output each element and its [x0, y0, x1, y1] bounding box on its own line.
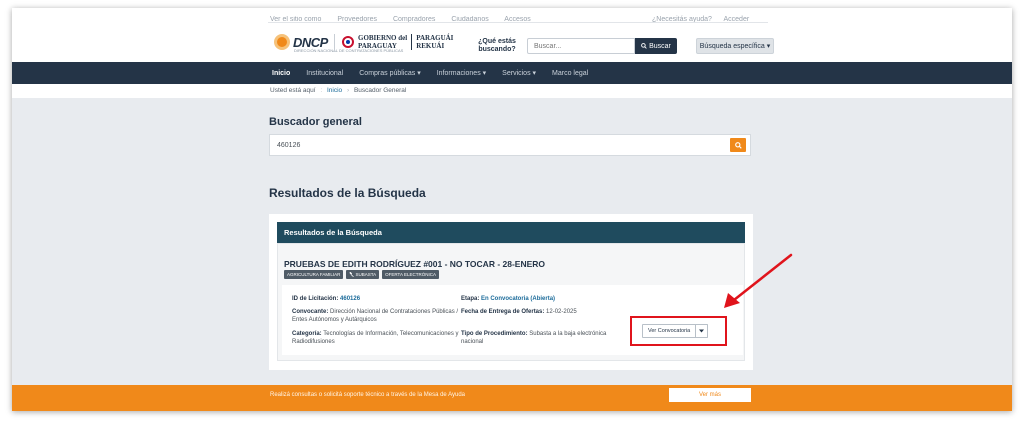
- breadcrumb-prefix: Usted está aquí: [270, 87, 316, 94]
- tag-subasta-label: SUBASTA: [355, 272, 377, 277]
- top-links-right: ¿Necesitás ayuda? Acceder: [652, 16, 759, 26]
- government-logo: GOBIERNO del PARAGUAY PARAGUÁI REKUÁI: [342, 34, 453, 50]
- gavel-icon: [349, 272, 355, 277]
- licitacion-id-field: ID de Licitación: 460126: [292, 296, 360, 304]
- tipo-procedimiento-label: Tipo de Procedimiento:: [461, 331, 528, 337]
- result-tags: AGRICULTURA FAMILIAR SUBASTA OFERTA ELEC…: [284, 270, 439, 279]
- breadcrumb-current: Buscador General: [353, 87, 407, 94]
- nav-item-institucional[interactable]: Institucional: [306, 70, 343, 77]
- nav-items: Inicio Institucional Compras públicas ▾ …: [272, 62, 604, 84]
- help-footer-bar: Realizá consultas o solicitá soporte téc…: [12, 385, 1012, 411]
- government-name: GOBIERNO del PARAGUAY: [358, 34, 408, 50]
- etapa-field: Etapa: En Convocatoria (Abierta): [461, 296, 621, 304]
- tag-subasta: SUBASTA: [346, 270, 380, 279]
- main-search-field[interactable]: 460126: [269, 134, 751, 156]
- search-icon: [734, 141, 742, 149]
- fecha-entrega-field: Fecha de Entrega de Ofertas: 12-02-2025: [461, 309, 621, 317]
- breadcrumb-separator: ›: [346, 87, 350, 94]
- header-search-button[interactable]: Buscar: [635, 38, 677, 54]
- categoria-label: Categoría:: [292, 331, 322, 337]
- results-panel-title: Resultados de la Búsqueda: [284, 228, 382, 237]
- help-footer-button[interactable]: Ver más: [669, 388, 751, 402]
- etapa-label: Etapa:: [461, 296, 480, 302]
- header-search-button-label: Buscar: [649, 42, 671, 50]
- caret-down-icon: [699, 329, 705, 333]
- breadcrumb-home-link[interactable]: Inicio: [327, 87, 342, 94]
- results-section-title: Resultados de la Búsqueda: [269, 186, 426, 200]
- etapa-value: En Convocatoria (Abierta): [481, 296, 556, 302]
- breadcrumb-bar: Usted está aquí : Inicio › Buscador Gene…: [12, 84, 1012, 98]
- government-name-guarani: PARAGUÁI REKUÁI: [411, 34, 453, 50]
- nav-item-compras-publicas[interactable]: Compras públicas ▾: [359, 69, 420, 77]
- site-header: Ver el sitio como Proveedores Compradore…: [12, 8, 1012, 62]
- logo-divider: [334, 34, 335, 52]
- ver-convocatoria-dropdown-toggle[interactable]: [696, 324, 709, 338]
- header-search-input[interactable]: [527, 38, 635, 54]
- search-question-label: ¿Qué estás buscando?: [478, 38, 516, 53]
- browser-page: Ver el sitio como Proveedores Compradore…: [12, 8, 1012, 411]
- nav-item-informaciones[interactable]: Informaciones ▾: [437, 69, 486, 77]
- categoria-field: Categoría: Tecnologías de Información, T…: [292, 331, 462, 346]
- fecha-entrega-label: Fecha de Entrega de Ofertas:: [461, 309, 545, 315]
- convocante-label: Convocante:: [292, 309, 329, 315]
- help-footer-text: Realizá consultas o solicitá soporte téc…: [270, 392, 465, 398]
- advanced-search-button[interactable]: Búsqueda específica ▾: [696, 38, 774, 54]
- licitacion-id-link[interactable]: 460126: [340, 296, 360, 302]
- page-title: Buscador general: [269, 116, 362, 128]
- header-divider: [268, 22, 768, 23]
- nav-item-servicios[interactable]: Servicios ▾: [502, 69, 536, 77]
- fecha-entrega-value: 12-02-2025: [546, 309, 577, 315]
- nav-item-inicio[interactable]: Inicio: [272, 70, 290, 77]
- search-icon: [641, 43, 647, 49]
- main-navigation: Inicio Institucional Compras públicas ▾ …: [12, 62, 1012, 84]
- government-emblem-icon: [342, 36, 354, 48]
- breadcrumb: Usted está aquí : Inicio › Buscador Gene…: [270, 87, 406, 94]
- results-panel-header: Resultados de la Búsqueda: [277, 222, 745, 243]
- main-search-button[interactable]: [730, 138, 746, 152]
- breadcrumb-separator: :: [320, 87, 323, 94]
- licitacion-id-label: ID de Licitación:: [292, 296, 339, 302]
- tag-oferta-electronica: OFERTA ELECTRÓNICA: [382, 270, 439, 279]
- convocante-field: Convocante: Dirección Nacional de Contra…: [292, 309, 462, 324]
- nav-item-marco-legal[interactable]: Marco legal: [552, 70, 588, 77]
- ver-convocatoria-button-group: Ver Convocatoria: [642, 324, 709, 338]
- ver-convocatoria-button[interactable]: Ver Convocatoria: [642, 324, 697, 338]
- result-title[interactable]: PRUEBAS DE EDITH RODRÍGUEZ #001 - NO TOC…: [284, 259, 545, 269]
- tag-agricultura-familiar: AGRICULTURA FAMILIAR: [284, 270, 344, 279]
- tipo-procedimiento-field: Tipo de Procedimiento: Subasta a la baja…: [461, 331, 611, 346]
- dncp-logo-icon: [274, 34, 290, 50]
- main-search-value: 460126: [277, 142, 301, 149]
